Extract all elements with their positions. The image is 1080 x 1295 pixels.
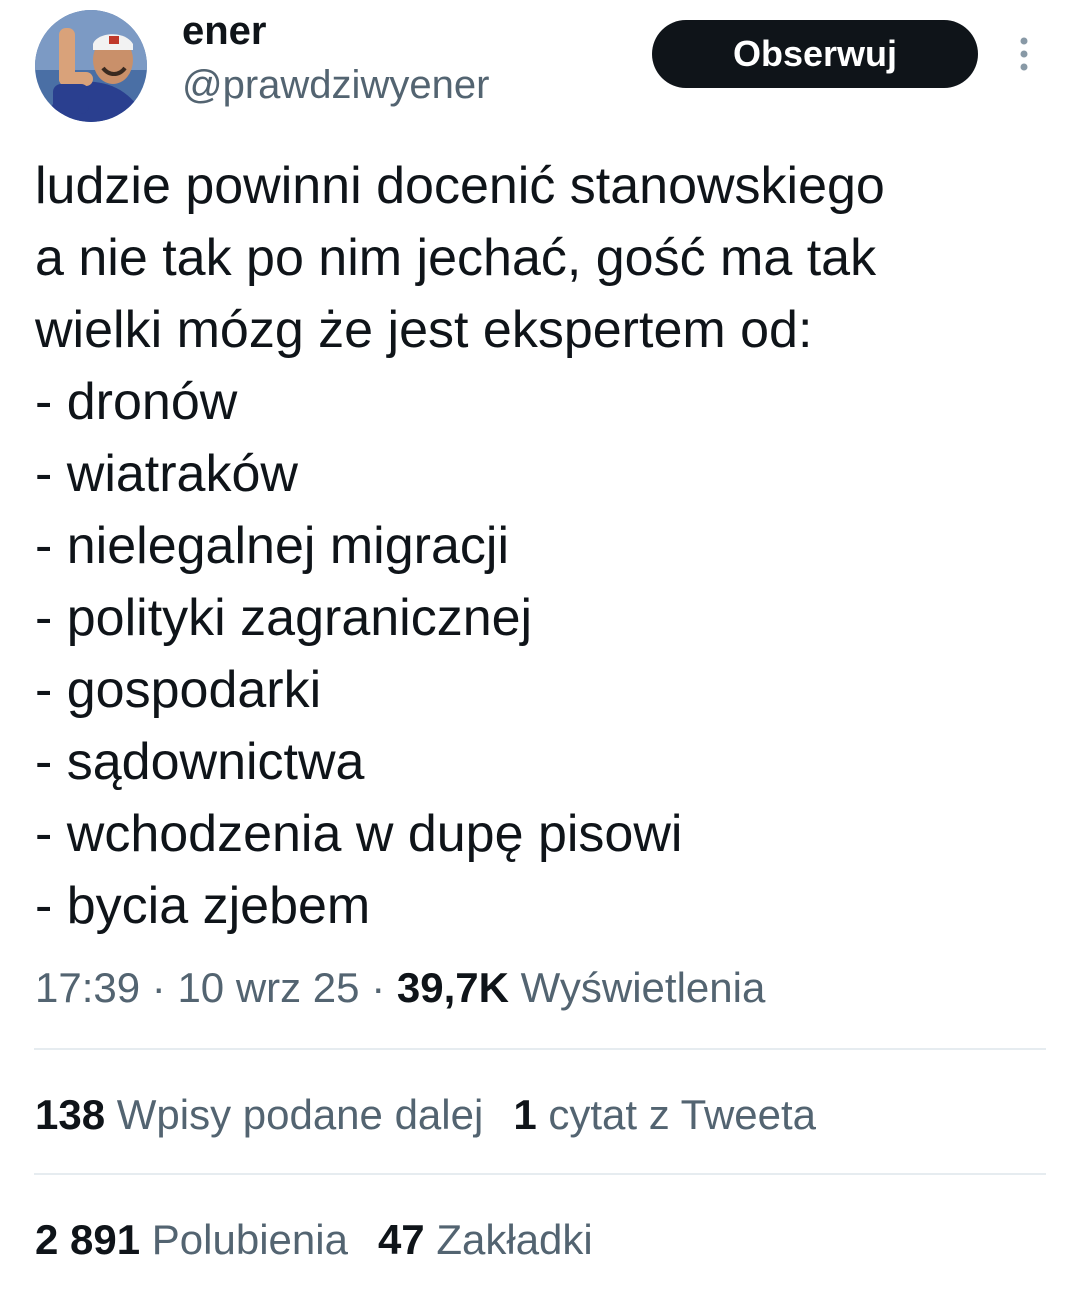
meta-separator: · [140,964,178,1011]
tweet-header: ener @prawdziwyener Obserwuj [0,0,1080,130]
meta-separator: · [359,964,397,1011]
tweet-text: ludzie powinni docenić stanowskiego a ni… [35,150,1045,942]
follow-button[interactable]: Obserwuj [652,20,978,88]
tweet-meta: 17:39 · 10 wrz 25 · 39,7K Wyświetlenia [35,962,765,1014]
likes-stat[interactable]: 2 891 Polubienia [35,1214,348,1266]
stats-row-shares: 138 Wpisy podane dalej 1 cytat z Tweeta [35,1089,846,1141]
ellipsis-dots [1020,37,1028,71]
views-count: 39,7K [396,964,509,1011]
quotes-stat[interactable]: 1 cytat z Tweeta [513,1089,816,1141]
likes-count: 2 891 [35,1216,141,1263]
tweet-line: - sądownictwa [35,733,365,791]
tweet-line: - dronów [35,373,238,431]
bookmarks-label: Zakładki [436,1216,593,1263]
vertical-ellipsis-icon[interactable] [1014,36,1034,76]
bookmarks-stat[interactable]: 47 Zakładki [378,1214,593,1266]
tweet-time[interactable]: 17:39 [35,964,140,1011]
tweet-line: wielki mózg że jest ekspertem od: [35,301,813,359]
user-avatar[interactable] [35,10,147,122]
tweet-line: - wiatraków [35,445,298,503]
tweet-line: - gospodarki [35,661,322,719]
tweet-line: ludzie powinni docenić stanowskiego [35,157,885,215]
retweets-count: 138 [35,1091,106,1138]
divider [34,1048,1046,1050]
likes-label: Polubienia [151,1216,348,1263]
display-name[interactable]: ener [182,6,267,56]
quotes-label: cytat z Tweeta [548,1091,817,1138]
retweets-label: Wpisy podane dalej [116,1091,484,1138]
tweet-line: - bycia zjebem [35,877,371,935]
views-label: Wyświetlenia [520,964,766,1011]
tweet-line: - nielegalnej migracji [35,517,509,575]
tweet-line: - wchodzenia w dupę pisowi [35,805,683,863]
tweet-line: a nie tak po nim jechać, gość ma tak [35,229,877,287]
bookmarks-count: 47 [377,1216,425,1263]
retweets-stat[interactable]: 138 Wpisy podane dalej [35,1089,483,1141]
avatar-image [35,10,147,122]
quotes-count: 1 [513,1091,537,1138]
divider [34,1173,1046,1175]
stats-row-likes: 2 891 Polubienia 47 Zakładki [35,1214,623,1266]
user-handle[interactable]: @prawdziwyener [182,60,489,110]
tweet-line: - polityki zagranicznej [35,589,533,647]
tweet-date[interactable]: 10 wrz 25 [177,964,359,1011]
